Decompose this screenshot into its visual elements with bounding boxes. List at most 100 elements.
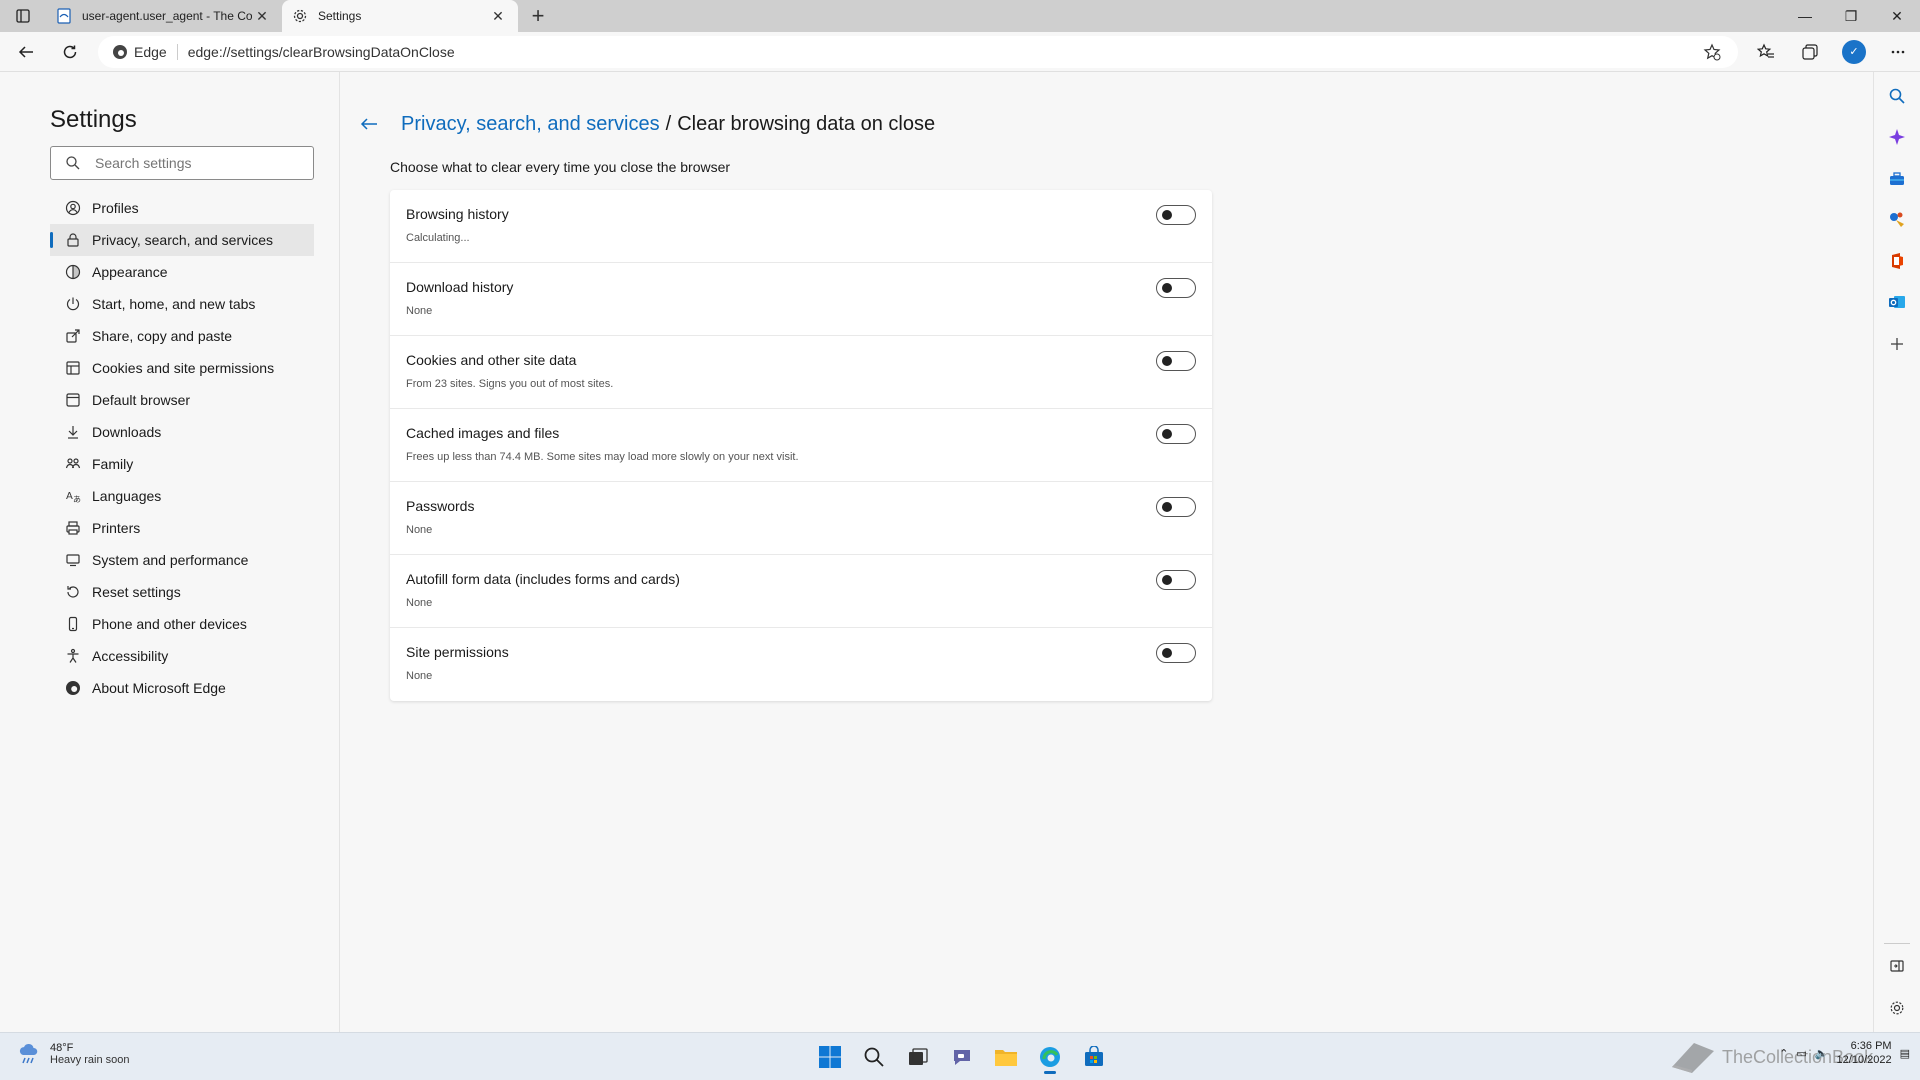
sidebar-item-languages[interactable]: Aあ Languages: [50, 480, 314, 512]
url-text[interactable]: edge://settings/clearBrowsingDataOnClose: [188, 44, 1700, 60]
hide-sidebar-icon[interactable]: [1885, 954, 1909, 978]
sidebar-item-printers[interactable]: Printers: [50, 512, 314, 544]
more-options-icon[interactable]: [1878, 36, 1918, 68]
file-explorer-button[interactable]: [988, 1039, 1024, 1075]
tab-actions-icon: [16, 9, 30, 23]
power-icon: [64, 295, 82, 313]
search-settings-box[interactable]: [50, 146, 314, 180]
profile-button[interactable]: ✓: [1834, 36, 1874, 68]
tab-actions-button[interactable]: [0, 0, 46, 32]
edge-logo-icon: [1040, 1047, 1060, 1067]
passwords-toggle[interactable]: [1156, 497, 1196, 517]
close-tab-icon[interactable]: ✕: [252, 6, 272, 26]
option-description: None: [406, 524, 433, 536]
edge-taskbar-button[interactable]: [1032, 1039, 1068, 1075]
site-identity[interactable]: Edge: [112, 43, 178, 60]
toggle-knob: [1162, 502, 1172, 512]
autofill-toggle[interactable]: [1156, 570, 1196, 590]
sidebar-item-label: Cookies and site permissions: [92, 360, 275, 376]
search-icon[interactable]: [1885, 84, 1909, 108]
weather-temperature: 48°F: [50, 1042, 74, 1054]
chat-button[interactable]: [944, 1039, 980, 1075]
settings-nav-list: Profiles Privacy, search, and services A…: [50, 192, 314, 704]
sidebar-item-label: System and performance: [92, 552, 249, 568]
sidebar-item-label: Printers: [92, 520, 141, 536]
option-description: None: [406, 597, 433, 609]
sidebar-item-about[interactable]: About Microsoft Edge: [50, 672, 314, 704]
taskbar-apps: [812, 1039, 1112, 1075]
document-favicon-icon: [56, 8, 72, 24]
page-title: Clear browsing data on close: [677, 112, 936, 135]
phone-icon: [64, 615, 82, 633]
sidebar-settings-gear-icon[interactable]: [1885, 996, 1909, 1020]
sidebar-item-label: Appearance: [92, 264, 168, 280]
weather-widget[interactable]: 48°F Heavy rain soon: [16, 1041, 130, 1067]
toggle-knob: [1162, 575, 1172, 585]
outlook-icon[interactable]: [1885, 290, 1909, 314]
cached-images-toggle[interactable]: [1156, 424, 1196, 444]
address-bar[interactable]: Edge edge://settings/clearBrowsingDataOn…: [98, 35, 1738, 68]
sidebar-item-phone[interactable]: Phone and other devices: [50, 608, 314, 640]
sidebar-item-family[interactable]: Family: [50, 448, 314, 480]
refresh-button[interactable]: [52, 36, 88, 68]
svg-text:A: A: [66, 491, 73, 502]
download-history-toggle[interactable]: [1156, 278, 1196, 298]
clock-time: 6:36 PM: [1850, 1040, 1892, 1052]
sidebar-item-label: Downloads: [92, 424, 162, 440]
volume-icon[interactable]: 🔈: [1815, 1047, 1829, 1060]
sidebar-item-reset[interactable]: Reset settings: [50, 576, 314, 608]
share-icon: [64, 327, 82, 345]
sidebar-item-default-browser[interactable]: Default browser: [50, 384, 314, 416]
start-button[interactable]: [812, 1039, 848, 1075]
sidebar-item-start-home[interactable]: Start, home, and new tabs: [50, 288, 314, 320]
sidebar-item-profiles[interactable]: Profiles: [50, 192, 314, 224]
sidebar-item-share[interactable]: Share, copy and paste: [50, 320, 314, 352]
search-settings-input[interactable]: [95, 155, 295, 171]
new-tab-button[interactable]: +: [522, 0, 554, 32]
weather-condition: Heavy rain soon: [50, 1054, 130, 1066]
favorites-icon[interactable]: [1746, 36, 1786, 68]
chevron-up-icon[interactable]: ⌃: [1779, 1047, 1788, 1060]
add-app-icon[interactable]: [1885, 332, 1909, 356]
minimize-icon[interactable]: —: [1782, 0, 1828, 32]
close-window-icon[interactable]: ✕: [1874, 0, 1920, 32]
tab-settings[interactable]: Settings ✕: [282, 0, 518, 32]
network-icon[interactable]: ▭: [1796, 1047, 1806, 1060]
tools-briefcase-icon[interactable]: [1885, 167, 1909, 191]
games-icon[interactable]: [1885, 207, 1909, 231]
breadcrumb-parent-link[interactable]: Privacy, search, and services: [401, 113, 660, 136]
toggle-knob: [1162, 356, 1172, 366]
browsing-history-toggle[interactable]: [1156, 205, 1196, 225]
office-icon[interactable]: [1885, 249, 1909, 273]
restore-icon[interactable]: ❐: [1828, 0, 1874, 32]
option-label: Autofill form data (includes forms and c…: [406, 571, 680, 587]
store-button[interactable]: [1076, 1039, 1112, 1075]
appearance-icon: [64, 263, 82, 281]
discover-sparkle-icon[interactable]: [1885, 125, 1909, 149]
sidebar-item-downloads[interactable]: Downloads: [50, 416, 314, 448]
system-tray: ⌃ ▭ 🔈 6:36 PM 12/10/2022 ▤: [1779, 1039, 1910, 1067]
language-icon: Aあ: [64, 487, 82, 505]
book-logo-icon: [1672, 1043, 1714, 1073]
taskbar-search-button[interactable]: [856, 1039, 892, 1075]
lock-icon: [64, 231, 82, 249]
clock[interactable]: 6:36 PM 12/10/2022: [1837, 1039, 1892, 1067]
back-arrow-icon[interactable]: [359, 112, 387, 136]
sidebar-item-accessibility[interactable]: Accessibility: [50, 640, 314, 672]
collections-icon[interactable]: [1790, 36, 1830, 68]
sidebar-item-cookies[interactable]: Cookies and site permissions: [50, 352, 314, 384]
sidebar-item-privacy[interactable]: Privacy, search, and services: [50, 224, 314, 256]
sidebar-item-system[interactable]: System and performance: [50, 544, 314, 576]
site-permissions-toggle[interactable]: [1156, 643, 1196, 663]
task-view-button[interactable]: [900, 1039, 936, 1075]
cookies-toggle[interactable]: [1156, 351, 1196, 371]
sidebar-item-appearance[interactable]: Appearance: [50, 256, 314, 288]
browser-icon: [64, 391, 82, 409]
add-favorite-icon[interactable]: [1700, 40, 1724, 64]
store-icon: [1085, 1046, 1103, 1066]
close-tab-icon[interactable]: ✕: [488, 6, 508, 26]
back-button[interactable]: [8, 36, 44, 68]
tab-user-agent[interactable]: user-agent.user_agent - The Coll ✕: [46, 0, 282, 32]
notification-icon[interactable]: ▤: [1900, 1047, 1910, 1060]
option-description: None: [406, 305, 433, 317]
